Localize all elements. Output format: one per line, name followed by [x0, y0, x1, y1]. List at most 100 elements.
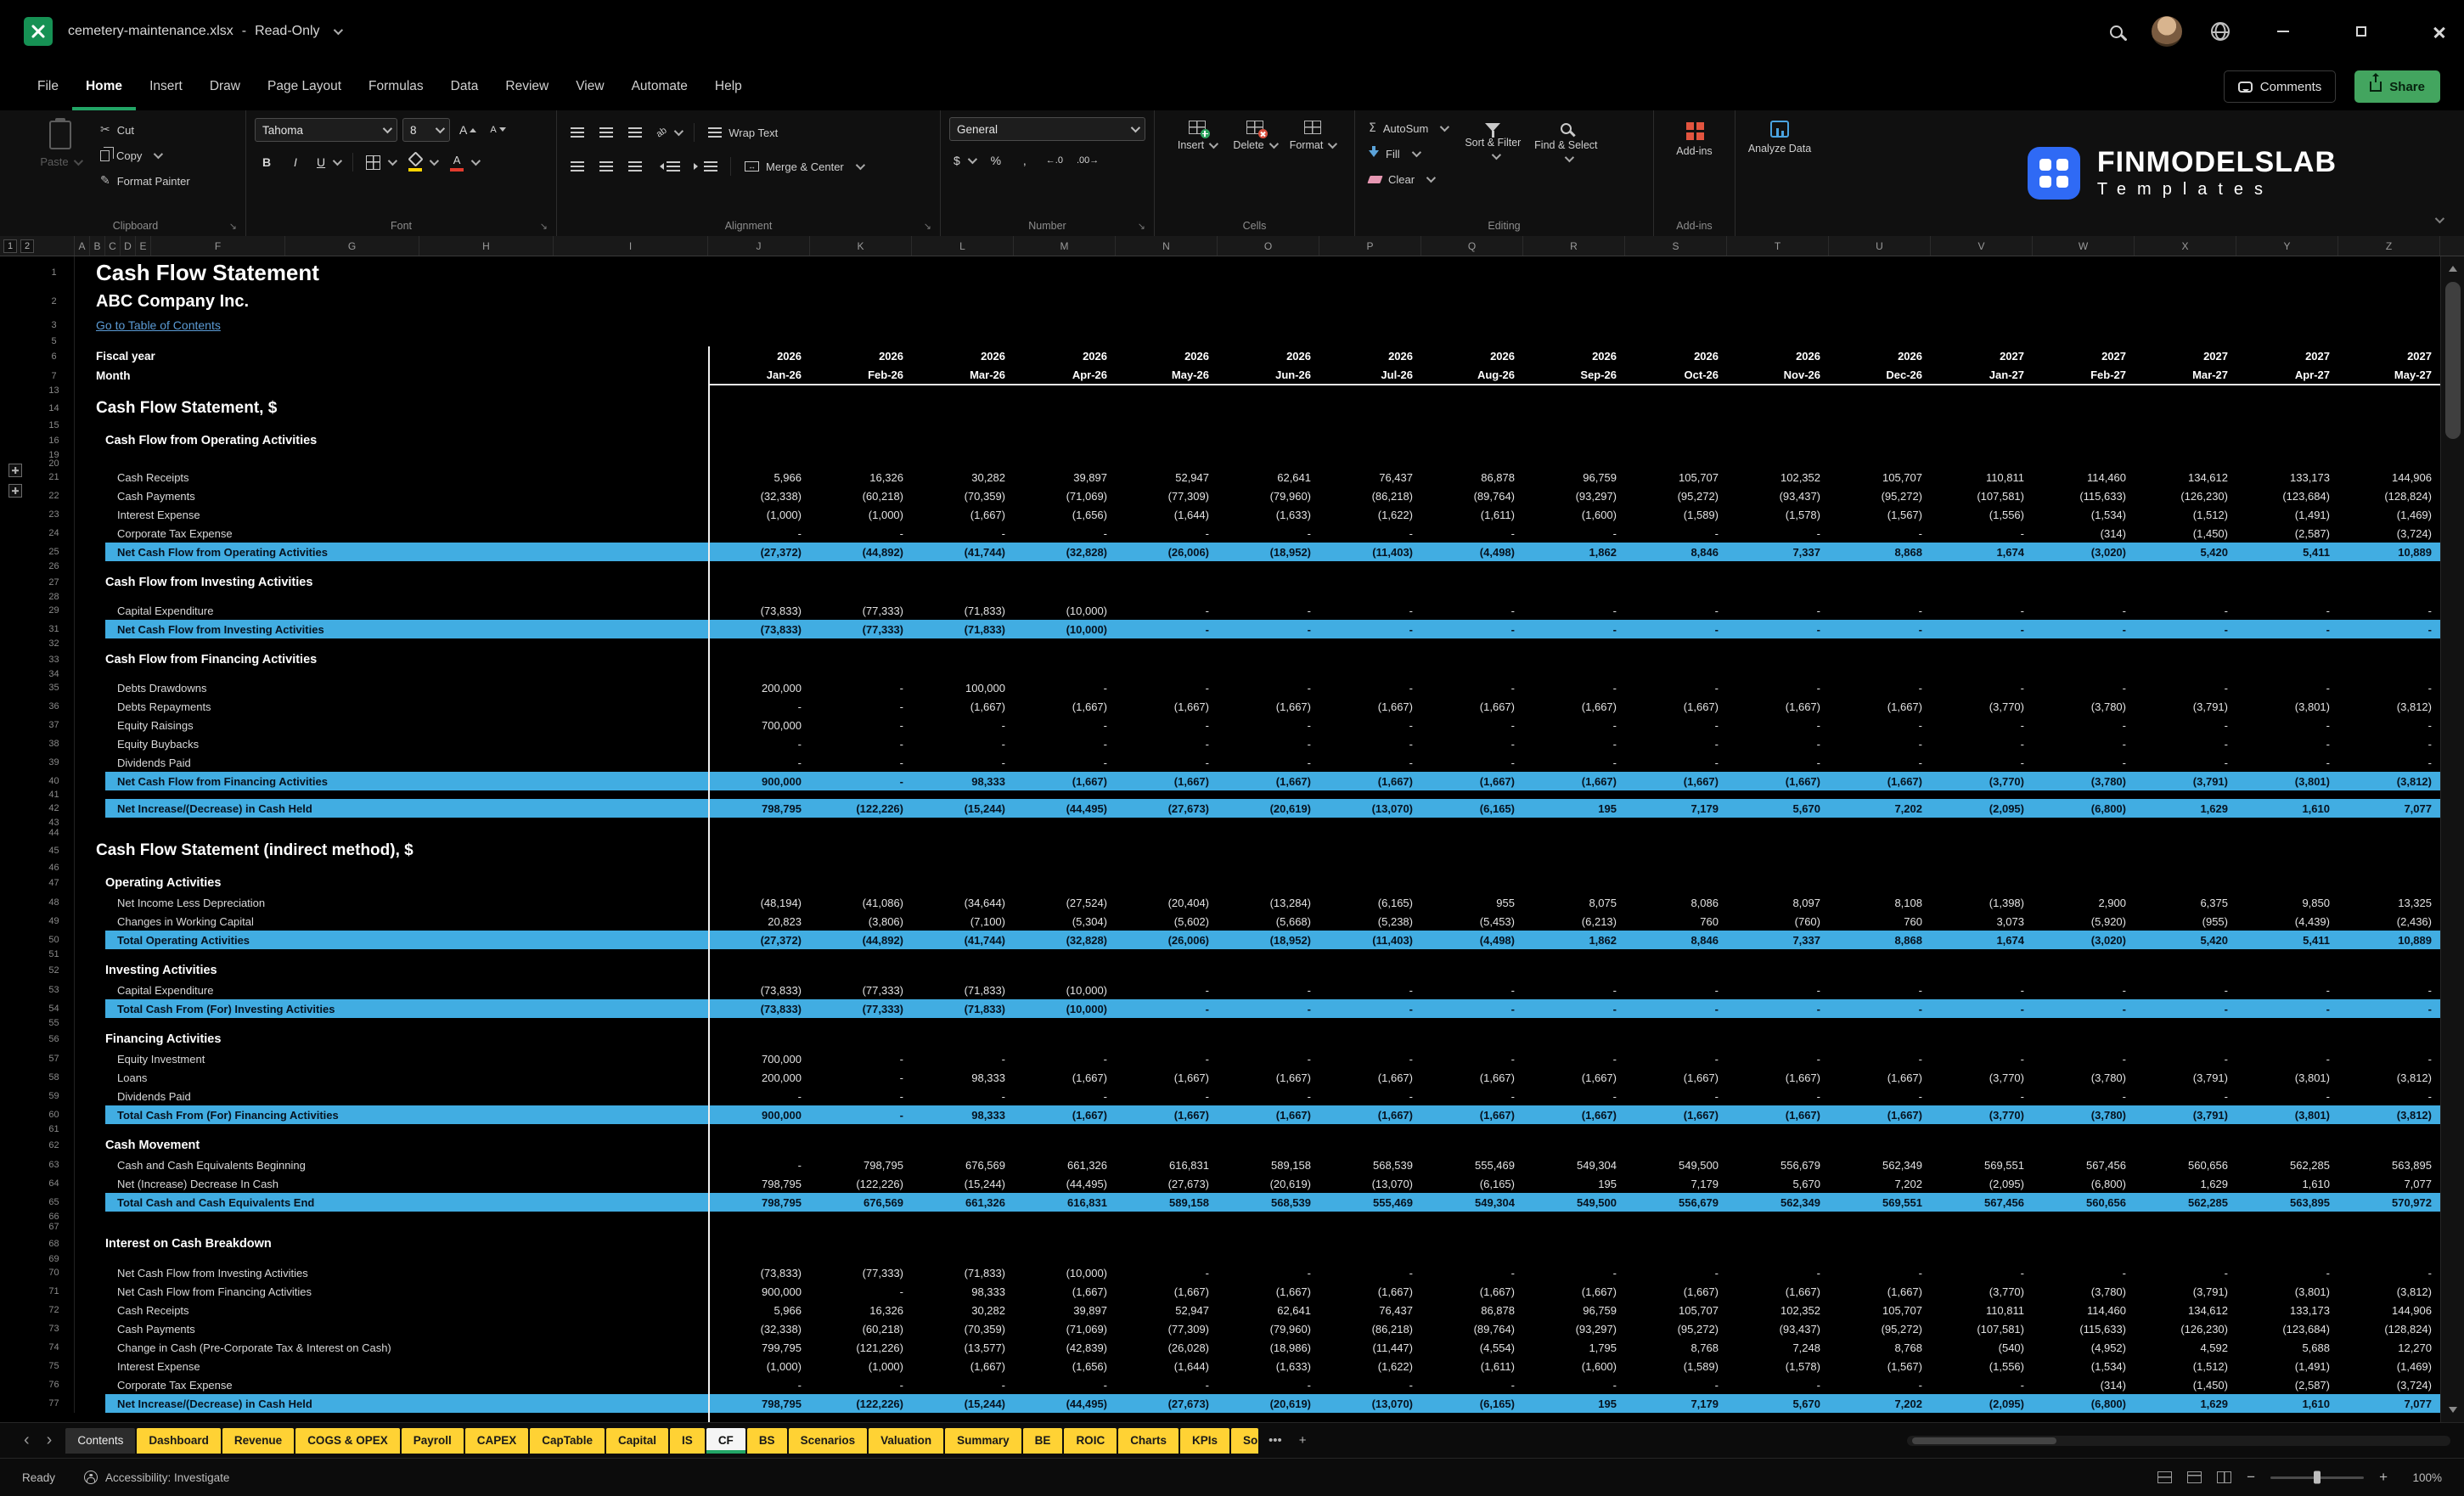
cell[interactable]: 7,179 [1625, 1394, 1727, 1413]
cell[interactable]: - [1625, 1087, 1727, 1105]
align-left-button[interactable] [565, 154, 589, 179]
row-label-cell[interactable]: ABC Company Inc. [75, 289, 708, 314]
row-number[interactable]: 39 [34, 753, 75, 772]
cell[interactable]: - [1421, 1375, 1523, 1394]
cell[interactable]: (3,791) [2135, 772, 2236, 790]
cell[interactable]: - [2033, 620, 2135, 638]
cell[interactable]: (1,667) [1319, 1282, 1421, 1301]
cell[interactable]: - [1319, 678, 1421, 697]
cell[interactable]: (1,667) [1014, 697, 1116, 716]
cell[interactable]: (1,667) [1829, 772, 1931, 790]
cell[interactable]: (41,086) [810, 893, 912, 912]
row-label-cell[interactable]: Total Cash From (For) Investing Activiti… [75, 999, 708, 1018]
cell[interactable]: (955) [2135, 912, 2236, 931]
cell[interactable]: 9,850 [2236, 893, 2338, 912]
row-number[interactable]: 6 [34, 346, 75, 366]
sheet-tab-cf[interactable]: CF [706, 1427, 745, 1454]
cell[interactable]: Dec-26 [1829, 366, 1931, 385]
copy-button[interactable]: Copy [95, 144, 195, 166]
cell[interactable]: (27,673) [1116, 1394, 1218, 1413]
row-number[interactable]: 33 [34, 649, 75, 670]
cell[interactable]: 1,610 [2236, 799, 2338, 818]
cell[interactable]: Apr-27 [2236, 366, 2338, 385]
cell[interactable]: - [1116, 1087, 1218, 1105]
cell[interactable]: 798,795 [708, 1174, 810, 1193]
cell[interactable]: - [1421, 1049, 1523, 1068]
cell[interactable]: (7,100) [912, 912, 1014, 931]
cell[interactable]: - [1116, 716, 1218, 734]
row-number[interactable]: 7 [34, 366, 75, 385]
cell[interactable]: - [912, 524, 1014, 543]
column-header-W[interactable]: W [2033, 236, 2135, 256]
cell[interactable]: 700,000 [708, 716, 810, 734]
cell[interactable]: - [1625, 999, 1727, 1018]
cell[interactable]: 2026 [1421, 346, 1523, 366]
cell[interactable]: (73,833) [708, 1263, 810, 1282]
increase-decimal-button[interactable]: .00→ [1072, 148, 1103, 173]
cell[interactable]: 98,333 [912, 772, 1014, 790]
sort-filter-button[interactable]: Sort & Filter [1460, 117, 1525, 163]
cell[interactable]: (1,667) [1727, 772, 1829, 790]
sheet-tab-contents[interactable]: Contents [65, 1427, 136, 1454]
cell[interactable]: - [1218, 1263, 1319, 1282]
cell[interactable]: (18,952) [1218, 931, 1319, 949]
cell[interactable]: - [912, 1087, 1014, 1105]
cell[interactable]: - [1625, 601, 1727, 620]
cell[interactable]: (95,272) [1625, 1319, 1727, 1338]
row-number[interactable]: 28 [34, 592, 75, 602]
column-header-R[interactable]: R [1523, 236, 1625, 256]
cell[interactable]: (1,667) [1218, 1068, 1319, 1087]
cell[interactable]: (10,000) [1014, 1263, 1116, 1282]
cell[interactable]: 1,862 [1523, 931, 1625, 949]
cell[interactable]: (1,622) [1319, 1357, 1421, 1375]
cell[interactable]: 556,679 [1625, 1193, 1727, 1212]
cell[interactable]: 102,352 [1727, 1301, 1829, 1319]
column-header-F[interactable]: F [151, 236, 285, 256]
comma-style-button[interactable]: , [1013, 148, 1037, 173]
cell[interactable]: (1,667) [1319, 772, 1421, 790]
cell[interactable]: (1,667) [1829, 1068, 1931, 1087]
cell[interactable]: (1,667) [1829, 1282, 1931, 1301]
cell[interactable]: - [2033, 1087, 2135, 1105]
cell[interactable]: (1,000) [810, 505, 912, 524]
cell[interactable]: 7,337 [1727, 543, 1829, 561]
cell[interactable]: 39,897 [1014, 1301, 1116, 1319]
cell[interactable]: - [1421, 1263, 1523, 1282]
sheet-tab-charts[interactable]: Charts [1118, 1427, 1179, 1454]
cell[interactable]: 144,906 [2338, 468, 2440, 486]
cell[interactable]: (1,567) [1829, 1357, 1931, 1375]
cell[interactable]: 4,592 [2135, 1338, 2236, 1357]
row-label-cell[interactable]: Cash Receipts [75, 1301, 708, 1319]
row-number[interactable]: 50 [34, 931, 75, 949]
column-header-Q[interactable]: Q [1421, 236, 1523, 256]
cell[interactable]: 16,326 [810, 468, 912, 486]
row-label-cell[interactable]: Operating Activities [75, 872, 708, 893]
cell[interactable]: - [1014, 1049, 1116, 1068]
normal-view-button[interactable] [2157, 1471, 2173, 1483]
cell[interactable]: (77,309) [1116, 1319, 1218, 1338]
cell[interactable]: - [1421, 716, 1523, 734]
cell[interactable]: 3,073 [1931, 912, 2033, 931]
cell[interactable]: - [1727, 678, 1829, 697]
cell[interactable]: (1,667) [1727, 1282, 1829, 1301]
outline-level-1-button[interactable]: 1 [3, 239, 17, 253]
cell[interactable]: - [1523, 1375, 1625, 1394]
cell[interactable]: (3,791) [2135, 697, 2236, 716]
menu-tab-page-layout[interactable]: Page Layout [254, 63, 355, 110]
row-label-cell[interactable]: Capital Expenditure [75, 981, 708, 999]
accounting-format-button[interactable]: $ [949, 148, 979, 173]
cell[interactable]: 134,612 [2135, 1301, 2236, 1319]
cell[interactable]: - [2236, 716, 2338, 734]
cell[interactable]: 2026 [1523, 346, 1625, 366]
cell[interactable]: 798,795 [708, 799, 810, 818]
column-header-J[interactable]: J [708, 236, 810, 256]
row-label-cell[interactable]: Changes in Working Capital [75, 912, 708, 931]
cell[interactable]: (73,833) [708, 620, 810, 638]
cell[interactable]: (1,667) [1421, 1068, 1523, 1087]
cell[interactable]: 8,846 [1625, 543, 1727, 561]
cell[interactable]: 16,326 [810, 1301, 912, 1319]
cell[interactable]: (27,673) [1116, 1174, 1218, 1193]
cell[interactable]: 5,670 [1727, 1394, 1829, 1413]
cell[interactable]: - [1523, 981, 1625, 999]
cell[interactable]: - [1727, 999, 1829, 1018]
